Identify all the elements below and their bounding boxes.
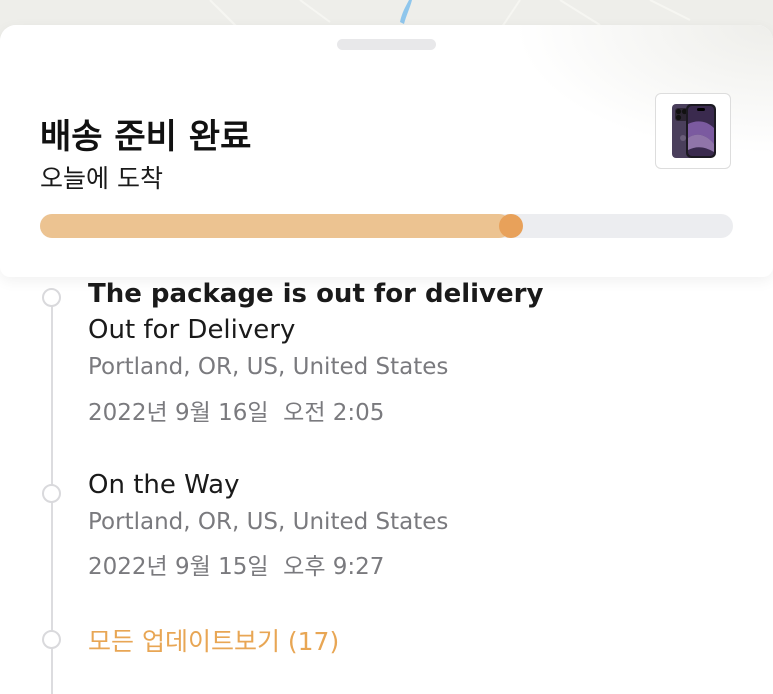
progress-fill (40, 214, 512, 238)
delivery-status-title: 배송 준비 완료 (40, 117, 252, 157)
card-glare (513, 25, 773, 155)
event-status: Out for Delivery (88, 315, 296, 345)
view-all-updates-link[interactable]: 모든 업데이트보기 (17) (88, 622, 339, 658)
delivery-eta-subtitle: 오늘에 도착 (40, 164, 163, 193)
event-location: Portland, OR, US, United States (88, 354, 449, 380)
timeline-dot (42, 630, 61, 649)
event-location: Portland, OR, US, United States (88, 509, 449, 535)
iphone-product-icon (672, 104, 716, 158)
event-datetime: 2022년 9월 16일 오전 2:05 (88, 400, 385, 426)
progress-knob (499, 214, 524, 238)
status-header-card: 배송 준비 완료 오늘에 도착 (0, 25, 773, 277)
timeline-dot (42, 288, 61, 307)
event-headline: The package is out for delivery (88, 279, 544, 309)
sheet-grabber-handle[interactable] (337, 39, 436, 50)
event-status: On the Way (88, 470, 240, 500)
delivery-progress-bar (40, 214, 733, 238)
event-datetime: 2022년 9월 15일 오후 9:27 (88, 554, 385, 580)
timeline-dot (42, 484, 61, 503)
product-thumbnail[interactable] (655, 93, 731, 169)
